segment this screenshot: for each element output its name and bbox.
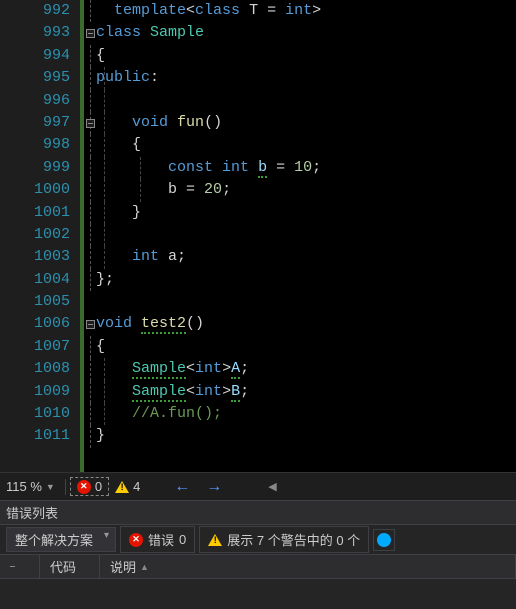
fold-gutter[interactable] — [80, 0, 96, 472]
line-number: 1000 — [0, 179, 80, 201]
line-number: 999 — [0, 157, 80, 179]
line-number: 1002 — [0, 224, 80, 246]
warnings-filter-text: 展示 7 个警告中的 0 个 — [227, 530, 360, 549]
col-description[interactable]: 说明 ▲ — [100, 555, 516, 578]
nav-caret-icon[interactable]: ◀ — [260, 480, 284, 493]
line-number: 995 — [0, 67, 80, 89]
line-number: 1001 — [0, 202, 80, 224]
sort-asc-icon: ▲ — [140, 562, 149, 572]
error-icon — [77, 480, 91, 494]
scope-combo[interactable]: 整个解决方案 — [6, 527, 116, 552]
warnings-filter-button[interactable]: 展示 7 个警告中的 0 个 — [199, 526, 369, 553]
line-number: 1007 — [0, 336, 80, 358]
chevron-down-icon: ▼ — [46, 482, 55, 492]
warning-count-value: 4 — [133, 479, 140, 494]
line-number: 1003 — [0, 246, 80, 268]
error-count-value: 0 — [95, 479, 102, 494]
line-number: 1009 — [0, 381, 80, 403]
code-content[interactable]: template<class T = int> class Sample { p… — [96, 0, 516, 472]
status-bar: 115 % ▼ 0 4 ← → ◀ — [0, 472, 516, 500]
line-number-gutter: 992 993 994 995 996 997 998 999 1000 100… — [0, 0, 80, 472]
code-editor[interactable]: 992 993 994 995 996 997 998 999 1000 100… — [0, 0, 516, 472]
line-number: 1011 — [0, 425, 80, 447]
zoom-control[interactable]: 115 % ▼ — [0, 479, 61, 494]
line-number: 1008 — [0, 358, 80, 380]
line-number: 993 — [0, 22, 80, 44]
nav-forward-button[interactable]: → — [198, 478, 230, 496]
line-number: 997 — [0, 112, 80, 134]
line-number: 998 — [0, 134, 80, 156]
line-number: 1005 — [0, 291, 80, 313]
error-count[interactable]: 0 — [70, 477, 109, 496]
fold-toggle[interactable] — [86, 29, 95, 38]
line-number: 994 — [0, 45, 80, 67]
errors-filter-count: 0 — [179, 532, 186, 547]
errors-filter-button[interactable]: 错误 0 — [120, 526, 195, 553]
errors-filter-label: 错误 — [148, 530, 174, 549]
warning-count[interactable]: 4 — [109, 479, 146, 494]
warning-icon — [208, 534, 222, 546]
line-number: 1006 — [0, 313, 80, 335]
fold-toggle[interactable] — [86, 119, 95, 128]
scope-value: 整个解决方案 — [15, 533, 93, 548]
col-code[interactable]: 代码 — [40, 555, 100, 578]
warning-icon — [115, 481, 129, 493]
zoom-value: 115 % — [6, 479, 42, 494]
line-number: 996 — [0, 90, 80, 112]
error-table-header: ⎯ 代码 说明 ▲ — [0, 555, 516, 579]
line-number: 1010 — [0, 403, 80, 425]
nav-back-button[interactable]: ← — [166, 478, 198, 496]
error-list-panel: 错误列表 整个解决方案 错误 0 展示 7 个警告中的 0 个 ⎯ 代码 说明 … — [0, 500, 516, 609]
panel-filter-row: 整个解决方案 错误 0 展示 7 个警告中的 0 个 — [0, 525, 516, 555]
panel-title-bar[interactable]: 错误列表 — [0, 501, 516, 525]
fold-toggle[interactable] — [86, 320, 95, 329]
col-icon[interactable]: ⎯ — [0, 555, 40, 578]
panel-title: 错误列表 — [6, 503, 58, 522]
error-icon — [129, 533, 143, 547]
messages-filter-button[interactable] — [373, 529, 395, 551]
line-number: 1004 — [0, 269, 80, 291]
info-icon — [377, 533, 391, 547]
line-number: 992 — [0, 0, 80, 22]
